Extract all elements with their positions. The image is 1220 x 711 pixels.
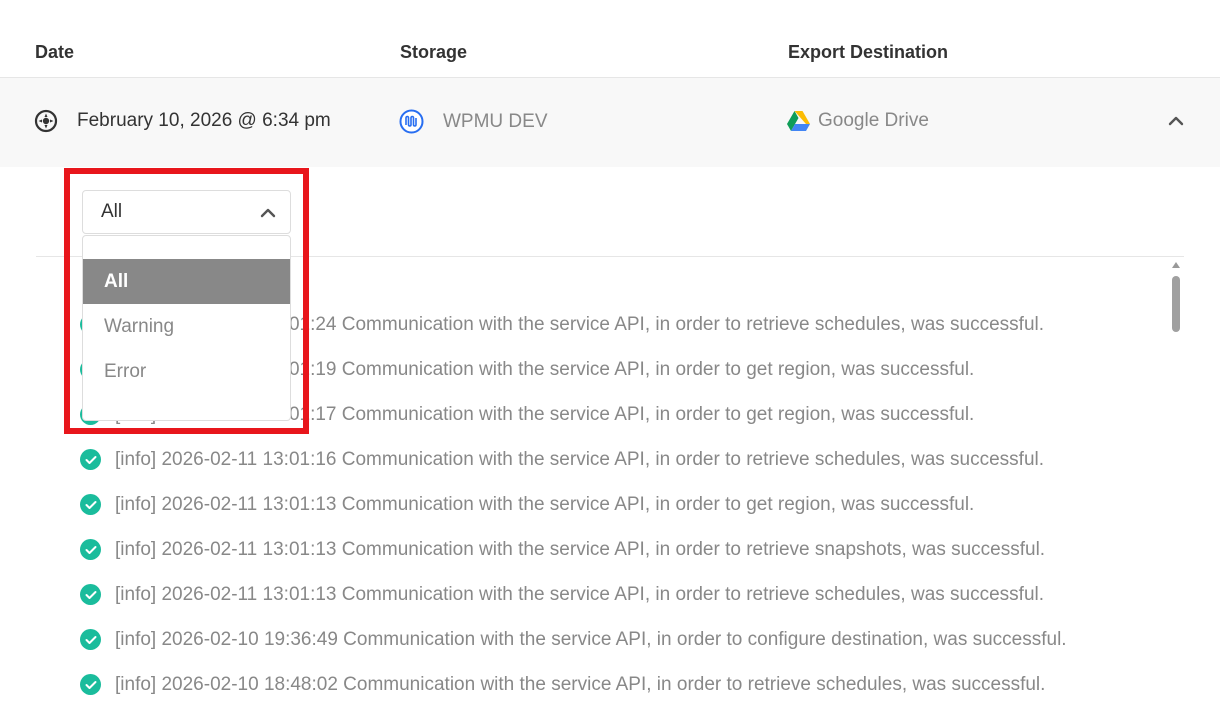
check-circle-icon — [80, 584, 101, 605]
log-message: [info] 2026-02-11 13:01:13 Communication… — [115, 493, 975, 515]
check-circle-icon — [80, 674, 101, 695]
check-circle-icon — [80, 494, 101, 515]
log-entry: [info] 2026-02-10 19:36:49 Communication… — [80, 617, 1160, 662]
log-filter-select[interactable]: All — [82, 190, 291, 234]
log-filter-dropdown: All Warning Error — [82, 235, 291, 421]
check-circle-icon — [80, 629, 101, 650]
log-message: [info] 2026-02-10 19:36:49 Communication… — [115, 628, 1067, 650]
destination-name: Google Drive — [818, 110, 929, 131]
log-message: [info] 2026-02-11 13:01:13 Communication… — [115, 538, 1046, 560]
check-circle-icon — [80, 539, 101, 560]
filter-option-warning[interactable]: Warning — [83, 304, 290, 349]
log-entry: [info] 2026-02-11 13:01:13 Communication… — [80, 572, 1160, 617]
log-message: [info] 2026-02-10 18:48:02 Communication… — [115, 673, 1046, 695]
log-scrollbar[interactable] — [1168, 262, 1184, 711]
google-drive-icon — [787, 111, 810, 131]
log-entry: [info] 2026-02-11 13:01:13 Communication… — [80, 527, 1160, 572]
storage-name: WPMU DEV — [443, 110, 548, 132]
backup-row[interactable]: February 10, 2026 @ 6:34 pm WPMU DEV Goo… — [0, 78, 1220, 167]
log-entry: [info] 2026-02-11 13:01:13 Communication… — [80, 482, 1160, 527]
storage-cell: WPMU DEV — [399, 109, 548, 134]
backup-date: February 10, 2026 @ 6:34 pm — [77, 110, 331, 131]
filter-option-error[interactable]: Error — [83, 349, 290, 394]
log-filter-selected: All — [101, 201, 123, 222]
chevron-up-icon[interactable] — [1167, 114, 1185, 128]
scrollbar-thumb[interactable] — [1172, 276, 1180, 332]
filter-option-all[interactable]: All — [83, 259, 290, 304]
table-header: Date Storage Export Destination — [0, 0, 1220, 78]
header-storage: Storage — [400, 42, 468, 62]
wpmu-dev-logo-icon — [399, 109, 424, 134]
check-circle-icon — [80, 449, 101, 470]
destination-cell: Google Drive — [787, 110, 929, 132]
log-entry: [info] 2026-02-10 18:48:02 Communication… — [80, 662, 1160, 707]
log-message: [info] 2026-02-11 13:01:16 Communication… — [115, 448, 1045, 470]
date-cell: February 10, 2026 @ 6:34 pm — [34, 109, 331, 133]
scroll-up-arrow-icon[interactable] — [1172, 262, 1180, 268]
header-date: Date — [35, 42, 75, 62]
backup-status-icon — [34, 109, 58, 133]
log-entry: [info] 2026-02-11 13:01:16 Communication… — [80, 437, 1160, 482]
header-export-destination: Export Destination — [788, 42, 949, 62]
chevron-up-icon — [260, 205, 276, 221]
log-message: [info] 2026-02-11 13:01:13 Communication… — [115, 583, 1045, 605]
